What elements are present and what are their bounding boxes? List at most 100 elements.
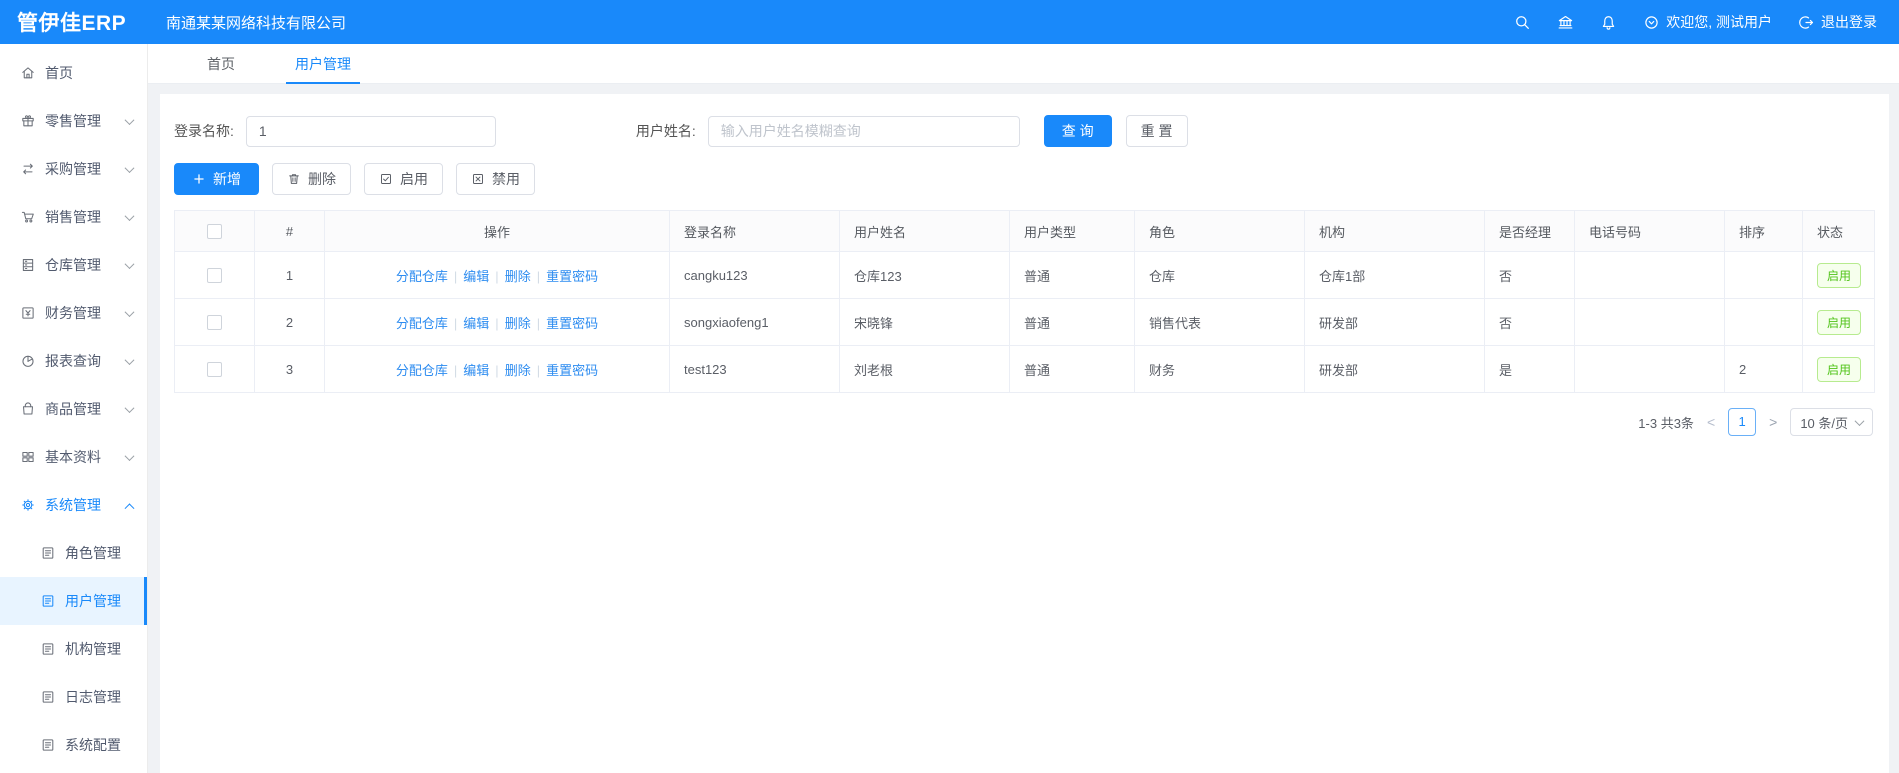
sidebar-item-purchase[interactable]: 采购管理 xyxy=(0,145,147,193)
sidebar-item-label: 用户管理 xyxy=(65,593,121,609)
chevron-down-icon xyxy=(124,354,135,365)
tab-home[interactable]: 首页 xyxy=(198,44,244,84)
form-icon xyxy=(40,689,56,705)
cell-login-name: cangku123 xyxy=(669,251,840,299)
chevron-down-icon xyxy=(124,210,135,221)
form-icon xyxy=(40,545,56,561)
x-square-icon xyxy=(471,172,485,186)
reset-password-link[interactable]: 重置密码 xyxy=(546,269,598,284)
reset-password-link[interactable]: 重置密码 xyxy=(546,316,598,331)
table-row: 3 分配仓库 | 编辑 | 删除 | 重置密码 test123 刘老根 普通 财务 研发部是 2 启用 xyxy=(174,345,1875,393)
cell-phone xyxy=(1574,298,1725,346)
home-icon xyxy=(20,65,36,81)
disable-button[interactable]: 禁用 xyxy=(456,163,535,195)
form-icon xyxy=(40,737,56,753)
column-header: 用户类型 xyxy=(1009,210,1135,252)
sidebar-item-label: 销售管理 xyxy=(45,209,101,225)
app-logo: 管伊佳ERP xyxy=(17,12,127,35)
row-checkbox[interactable] xyxy=(207,268,222,284)
delete-link[interactable]: 删除 xyxy=(505,363,531,378)
search-button[interactable]: 查 询 xyxy=(1043,115,1112,147)
sidebar-item-system[interactable]: 系统管理 xyxy=(0,481,147,529)
action-separator: | xyxy=(495,315,499,331)
sidebar-item-goods[interactable]: 商品管理 xyxy=(0,385,147,433)
cell-organization: 仓库1部 xyxy=(1304,251,1485,299)
sidebar-item-reports[interactable]: 报表查询 xyxy=(0,337,147,385)
sidebar-item-label: 商品管理 xyxy=(45,401,101,417)
report-icon xyxy=(20,353,36,369)
cell-phone xyxy=(1574,345,1725,393)
sidebar-item-warehouse[interactable]: 仓库管理 xyxy=(0,241,147,289)
sidebar-item-label: 报表查询 xyxy=(45,353,101,369)
delete-link[interactable]: 删除 xyxy=(505,316,531,331)
gear-icon xyxy=(20,497,36,513)
welcome-text: 欢迎您, 测试用户 xyxy=(1666,14,1772,30)
search-icon[interactable] xyxy=(1514,14,1531,31)
cell-status: 启用 xyxy=(1802,345,1875,393)
logout-button[interactable]: 退出登录 xyxy=(1798,12,1877,32)
assign-warehouse-link[interactable]: 分配仓库 xyxy=(396,316,448,331)
user-name-label: 用户姓名: xyxy=(635,123,696,139)
sidebar-item-label: 系统管理 xyxy=(45,497,101,513)
user-name-input[interactable] xyxy=(707,115,1020,147)
trash-icon xyxy=(287,172,301,186)
edit-link[interactable]: 编辑 xyxy=(463,269,489,284)
chevron-down-icon xyxy=(124,162,135,173)
login-name-input[interactable] xyxy=(245,115,496,147)
action-separator: | xyxy=(495,268,499,284)
content-panel: 登录名称: 用户姓名: 查 询 重 置 新增 删除 启用 xyxy=(160,94,1889,773)
sidebar-item-finance[interactable]: 财务管理 xyxy=(0,289,147,337)
row-checkbox[interactable] xyxy=(207,315,222,331)
edit-link[interactable]: 编辑 xyxy=(463,316,489,331)
cell-user-name: 仓库123 xyxy=(839,251,1010,299)
page-size-select[interactable]: 10 条/页 xyxy=(1790,408,1873,436)
delete-link[interactable]: 删除 xyxy=(505,269,531,284)
assign-warehouse-link[interactable]: 分配仓库 xyxy=(396,269,448,284)
page-number-1[interactable]: 1 xyxy=(1728,408,1757,436)
toolbar: 新增 删除 启用 禁用 xyxy=(174,163,1875,195)
reset-password-link[interactable]: 重置密码 xyxy=(546,363,598,378)
delete-button[interactable]: 删除 xyxy=(272,163,351,195)
row-checkbox[interactable] xyxy=(207,362,222,378)
cell-login-name: test123 xyxy=(669,345,840,393)
tab-user-management[interactable]: 用户管理 xyxy=(286,44,360,84)
edit-link[interactable]: 编辑 xyxy=(463,363,489,378)
cell-is-manager: 否 xyxy=(1484,251,1575,299)
sidebar-item-role-mgmt[interactable]: 角色管理 xyxy=(0,529,147,577)
sidebar-item-system-config[interactable]: 系统配置 xyxy=(0,721,147,769)
sidebar-item-log-mgmt[interactable]: 日志管理 xyxy=(0,673,147,721)
next-page-button[interactable]: > xyxy=(1766,414,1780,430)
column-header: 电话号码 xyxy=(1574,210,1725,252)
sidebar-item-basic-data[interactable]: 基本资料 xyxy=(0,433,147,481)
column-header: 角色 xyxy=(1134,210,1305,252)
sidebar-item-label: 首页 xyxy=(45,65,73,81)
status-badge: 启用 xyxy=(1817,309,1862,335)
select-all-checkbox[interactable] xyxy=(207,224,222,240)
cell-organization: 研发部 xyxy=(1304,298,1485,346)
pagination: 1-3 共3条 < 1 > 10 条/页 xyxy=(174,408,1875,436)
add-button[interactable]: 新增 xyxy=(174,163,259,195)
assign-warehouse-link[interactable]: 分配仓库 xyxy=(396,363,448,378)
bank-icon[interactable] xyxy=(1557,14,1574,31)
chevron-down-icon xyxy=(1854,415,1865,426)
sidebar-item-label: 系统配置 xyxy=(65,737,121,753)
enable-button[interactable]: 启用 xyxy=(364,163,443,195)
cell-user-name: 刘老根 xyxy=(839,345,1010,393)
gift-icon xyxy=(20,113,36,129)
sidebar-item-org-mgmt[interactable]: 机构管理 xyxy=(0,625,147,673)
table-row: 2 分配仓库 | 编辑 | 删除 | 重置密码 songxiaofeng1 宋晓锋 普通 销售代表 研发… xyxy=(174,298,1875,346)
sidebar-item-retail[interactable]: 零售管理 xyxy=(0,97,147,145)
cell-status: 启用 xyxy=(1802,298,1875,346)
sidebar-item-home[interactable]: 首页 xyxy=(0,49,147,97)
disable-button-label: 禁用 xyxy=(492,171,520,187)
user-table: # 操作 登录名称 用户姓名 用户类型 角色 机构 是否经理 电话号码 排序 状态 1 分配仓库 | 编辑… xyxy=(174,210,1875,393)
bell-icon[interactable] xyxy=(1600,14,1617,31)
sidebar-item-label: 机构管理 xyxy=(65,641,121,657)
user-menu[interactable]: 欢迎您, 测试用户 xyxy=(1643,12,1772,32)
warehouse-icon xyxy=(20,257,36,273)
sidebar-item-user-mgmt[interactable]: 用户管理 xyxy=(0,577,147,625)
prev-page-button[interactable]: < xyxy=(1704,414,1718,430)
sidebar-item-sales[interactable]: 销售管理 xyxy=(0,193,147,241)
delete-button-label: 删除 xyxy=(308,171,336,187)
reset-button[interactable]: 重 置 xyxy=(1125,115,1188,147)
